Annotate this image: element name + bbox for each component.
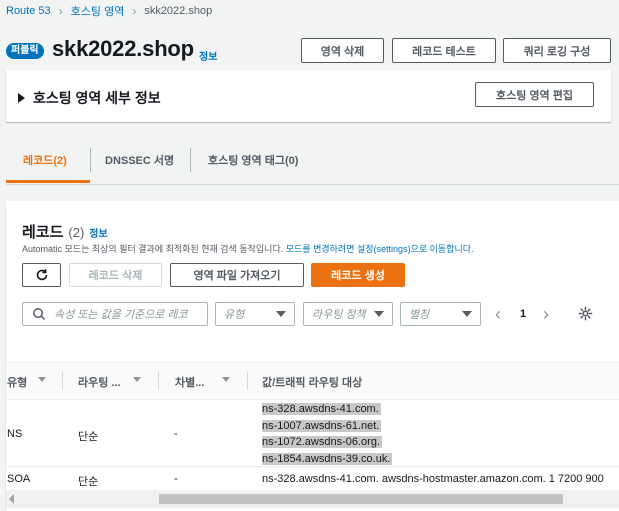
tab-divider <box>190 148 191 172</box>
breadcrumb-current: skk2022.shop <box>144 5 213 17</box>
breadcrumb-route53[interactable]: Route 53 <box>6 5 51 17</box>
records-description: Automatic 모드는 최상의 필터 결과에 최적화된 현재 검색 동작입니… <box>22 242 612 255</box>
row1-value-line: ns-1854.awsdns-39.co.uk. <box>262 452 393 465</box>
page-title: skk2022.shop <box>52 36 194 61</box>
breadcrumb: Route 53 › 호스팅 영역 › skk2022.shop <box>6 3 212 19</box>
alias-filter-label: 별칭 <box>409 309 430 321</box>
records-count: (2) <box>68 225 85 240</box>
chevron-right-icon: › <box>58 4 63 18</box>
chevron-down-icon <box>276 311 286 317</box>
details-title: 호스팅 영역 세부 정보 <box>33 90 161 106</box>
row1-value-line: ns-328.awsdns-41.com. <box>262 403 381 415</box>
delete-zone-button[interactable]: 영역 삭제 <box>301 38 384 63</box>
refresh-button[interactable] <box>22 263 61 287</box>
public-badge: 퍼블릭 <box>6 43 44 59</box>
row2-routing: 단순 <box>78 476 99 488</box>
search-icon <box>33 308 46 321</box>
column-divider <box>62 372 63 390</box>
create-record-button[interactable]: 레코드 생성 <box>311 263 405 287</box>
type-filter-label: 유형 <box>224 309 245 321</box>
row1-differentiator: - <box>174 428 178 440</box>
details-toggle[interactable]: 호스팅 영역 세부 정보 <box>18 88 161 108</box>
type-filter-select[interactable]: 유형 <box>215 302 295 326</box>
refresh-icon <box>36 269 47 281</box>
chevron-down-icon <box>374 311 384 317</box>
tab-dnssec[interactable]: DNSSEC 서명 <box>105 152 174 168</box>
gear-icon[interactable] <box>578 306 593 321</box>
chevron-down-icon <box>462 311 472 317</box>
caret-right-icon <box>18 93 25 103</box>
sort-down-icon[interactable] <box>133 377 141 382</box>
records-header: 레코드 (2) 정보 <box>22 221 108 242</box>
page-number[interactable]: 1 <box>520 308 526 320</box>
row1-values: ns-328.awsdns-41.com. ns-1007.awsdns-61.… <box>262 401 393 467</box>
column-divider <box>247 372 248 390</box>
tab-divider <box>90 148 91 172</box>
edit-hosted-zone-button[interactable]: 호스팅 영역 편집 <box>475 82 594 107</box>
search-input[interactable]: 속성 또는 값을 기준으로 레코 <box>22 302 208 326</box>
tab-records[interactable]: 레코드(2) <box>23 152 67 168</box>
column-header-differentiator[interactable]: 차별... <box>175 374 204 390</box>
records-info-link[interactable]: 정보 <box>89 225 107 240</box>
records-title: 레코드 <box>22 224 64 241</box>
row1-routing: 단순 <box>78 431 99 443</box>
test-record-button[interactable]: 레코드 테스트 <box>392 38 496 63</box>
routing-filter-label: 라우팅 정책 <box>312 309 366 321</box>
scrollbar-thumb[interactable] <box>159 494 563 504</box>
next-page-icon[interactable]: › <box>543 304 549 325</box>
description-text: Automatic 모드는 최상의 필터 결과에 최적화된 현재 검색 동작입니… <box>22 244 286 254</box>
column-header-routing[interactable]: 라우팅 ... <box>78 374 121 390</box>
active-tab-indicator <box>6 180 90 183</box>
scroll-left-icon[interactable] <box>9 494 14 504</box>
import-zone-file-button[interactable]: 영역 파일 가져오기 <box>170 263 304 287</box>
info-link[interactable]: 정보 <box>199 48 217 63</box>
row2-value: ns-328.awsdns-41.com. awsdns-hostmaster.… <box>262 473 604 485</box>
configure-query-logging-button[interactable]: 쿼리 로깅 구성 <box>503 38 611 63</box>
chevron-right-icon: › <box>132 4 137 18</box>
routing-policy-filter-select[interactable]: 라우팅 정책 <box>303 302 393 326</box>
row2-differentiator: - <box>174 473 178 485</box>
delete-record-button[interactable]: 레코드 삭제 <box>69 263 162 287</box>
sort-down-icon[interactable] <box>222 377 230 382</box>
sort-down-icon[interactable] <box>38 377 46 382</box>
hosted-zone-details-panel: 호스팅 영역 세부 정보 호스팅 영역 편집 <box>6 70 611 122</box>
table-header: 유형 라우팅 ... 차별... 값/트래픽 라우팅 대상 <box>6 362 619 400</box>
tab-tags[interactable]: 호스팅 영역 태그(0) <box>208 152 298 168</box>
column-header-value[interactable]: 값/트래픽 라우팅 대상 <box>262 374 362 390</box>
row1-value-line: ns-1007.awsdns-61.net. <box>262 419 382 432</box>
search-placeholder: 속성 또는 값을 기준으로 레코 <box>54 309 188 321</box>
row1-type: NS <box>7 428 23 440</box>
horizontal-scrollbar[interactable] <box>6 490 619 508</box>
column-divider <box>158 372 159 390</box>
previous-page-icon[interactable]: ‹ <box>495 304 501 325</box>
breadcrumb-hosted-zones[interactable]: 호스팅 영역 <box>71 3 125 19</box>
alias-filter-select[interactable]: 별칭 <box>400 302 481 326</box>
column-header-type[interactable]: 유형 <box>7 374 27 390</box>
row-divider <box>6 466 619 467</box>
tab-bar: 레코드(2) DNSSEC 서명 호스팅 영역 태그(0) <box>6 140 619 185</box>
settings-link[interactable]: 모드를 변경하려면 설정(settings)으로 이동합니다. <box>286 244 474 254</box>
row2-type: SOA <box>7 473 31 485</box>
row1-value-line: ns-1072.awsdns-06.org. <box>262 436 383 448</box>
